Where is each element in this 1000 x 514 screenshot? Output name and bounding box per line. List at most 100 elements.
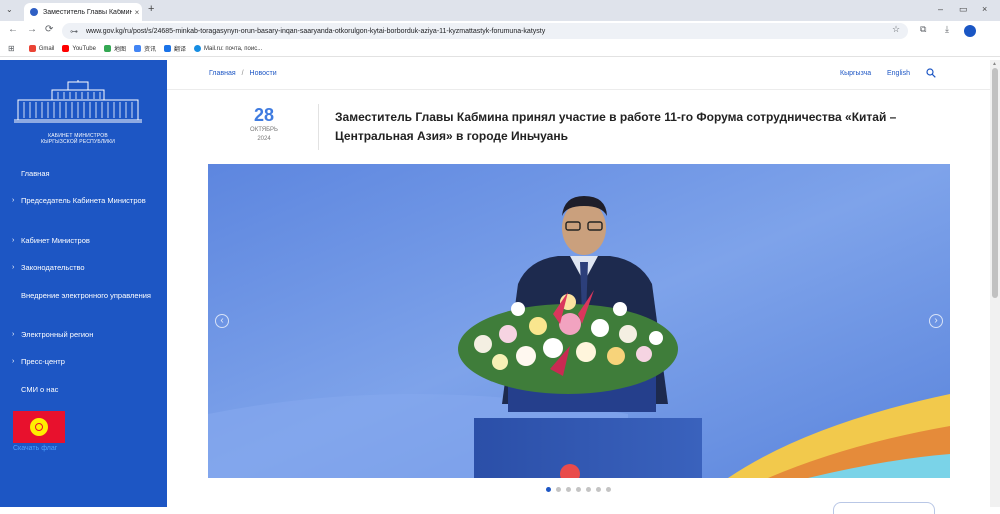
main-content: Главная / Новости Кыргызча English 28 ОК…: [167, 60, 990, 514]
chevron-right-icon: ›: [12, 197, 15, 204]
bookmark-mailru[interactable]: Mail.ru: почта, поис...: [194, 45, 262, 52]
sidebar-item-home[interactable]: Главная: [0, 168, 60, 179]
bookmark-label: YouTube: [72, 45, 96, 52]
bookmark-label: 地图: [113, 47, 126, 53]
sidebar-item-label: Кабинет Министров: [21, 236, 90, 245]
article-photo-slider[interactable]: ‹ ›: [208, 164, 950, 478]
download-flag-link[interactable]: Скачать флаг: [13, 445, 57, 452]
url-text: www.gov.kg/ru/post/s/24685-minkab-toraga…: [86, 27, 546, 35]
bookmark-label: Mail.ru: почта, поис...: [204, 45, 263, 52]
browser-tab-strip: ⌄ Заместитель Главы Кабмина п × + – ▭ ×: [0, 0, 1000, 21]
apps-grid-icon[interactable]: ⊞: [8, 44, 15, 53]
close-window-button[interactable]: ×: [982, 4, 987, 14]
page-scrollbar[interactable]: ▲: [990, 60, 1000, 507]
slider-next-button[interactable]: ›: [929, 314, 943, 328]
tab-close-icon[interactable]: ×: [132, 8, 142, 17]
tab-search-button[interactable]: ⌄: [6, 5, 13, 14]
extensions-icon[interactable]: ⧉: [920, 24, 926, 35]
maximize-button[interactable]: ▭: [959, 4, 968, 15]
sidebar-item-label: Главная: [21, 169, 50, 178]
bookmark-label: 资讯: [143, 47, 156, 53]
tab-title: Заместитель Главы Кабмина п: [43, 8, 132, 16]
sidebar-item-label: Внедрение электронного управления: [21, 291, 151, 300]
site-logo[interactable]: КАБИНЕТ МИНИСТРОВ КЫРГЫЗСКОЙ РЕСПУБЛИКИ: [12, 80, 144, 145]
date-divider: [318, 104, 319, 150]
slider-dot[interactable]: [566, 487, 571, 492]
sidebar-item-chairman[interactable]: › Председатель Кабинета Министров: [0, 195, 156, 206]
sidebar-item-label: Законодательство: [21, 263, 85, 272]
mailru-icon: [194, 45, 201, 52]
date-month: ОКТЯБРЬ: [250, 127, 278, 133]
reload-button[interactable]: ⟳: [45, 24, 53, 35]
sidebar-item-legislation[interactable]: › Законодательство: [0, 262, 95, 273]
date-day: 28: [253, 105, 275, 125]
slider-dot[interactable]: [586, 487, 591, 492]
sidebar-item-cabinet[interactable]: › Кабинет Министров: [0, 235, 100, 246]
slider-prev-button[interactable]: ‹: [215, 314, 229, 328]
slider-dot[interactable]: [606, 487, 611, 492]
government-building-icon: [14, 80, 142, 123]
lang-kyrgyz-link[interactable]: Кыргызча: [840, 70, 871, 77]
article-photo: [208, 164, 950, 478]
sidebar-item-label: СМИ о нас: [21, 385, 59, 394]
back-button[interactable]: ←: [8, 24, 18, 35]
bookmark-translate[interactable]: 翻译: [163, 44, 186, 53]
bookmark-news[interactable]: 资讯: [133, 44, 156, 53]
youtube-icon: [62, 45, 70, 52]
lang-english-link[interactable]: English: [887, 70, 910, 77]
bookmark-label: Gmail: [38, 45, 55, 52]
forward-button[interactable]: →: [27, 24, 37, 35]
gmail-icon: [28, 45, 36, 52]
bookmark-gmail[interactable]: Gmail: [28, 45, 55, 52]
header-divider: [167, 89, 990, 90]
url-input[interactable]: ⊶ www.gov.kg/ru/post/s/24685-minkab-tora…: [62, 23, 908, 39]
scroll-up-icon[interactable]: ▲: [992, 61, 997, 67]
site-favicon-icon: [30, 8, 38, 16]
downloads-icon[interactable]: ⤓: [945, 24, 949, 35]
sidebar-item-label: Электронный регион: [21, 330, 94, 339]
breadcrumb: Главная / Новости: [209, 70, 277, 77]
chevron-right-icon: ›: [12, 358, 15, 365]
browser-tab[interactable]: Заместитель Главы Кабмина п ×: [24, 3, 142, 21]
new-tab-button[interactable]: +: [148, 3, 154, 15]
article-title: Заместитель Главы Кабмина принял участие…: [335, 110, 897, 143]
map-pin-icon: [103, 45, 111, 52]
bookmark-maps[interactable]: 地图: [103, 44, 126, 53]
sidebar-item-eregion[interactable]: › Электронный регион: [0, 329, 103, 340]
site-info-icon[interactable]: ⊶: [70, 27, 78, 36]
breadcrumb-separator: /: [241, 70, 244, 77]
slider-dot[interactable]: [556, 487, 561, 492]
logo-title-line2: КЫРГЫЗСКОЙ РЕСПУБЛИКИ: [40, 139, 116, 145]
sidebar-item-media[interactable]: СМИ о нас: [0, 384, 68, 395]
sidebar-item-egov[interactable]: Внедрение электронного управления: [0, 290, 161, 301]
slider-pagination: [546, 487, 616, 492]
news-icon: [133, 45, 141, 52]
chevron-right-icon: ›: [12, 264, 15, 271]
date-year: 2024: [257, 136, 271, 142]
bookmarks-bar: ⊞ Gmail YouTube 地图 资讯 翻译 Mail.ru: почта,…: [0, 41, 1000, 57]
slider-dot[interactable]: [576, 487, 581, 492]
slider-dot[interactable]: [546, 487, 551, 492]
chevron-right-icon: ›: [12, 237, 15, 244]
flag-sun-icon: [30, 418, 48, 436]
sidebar-item-label: Пресс-центр: [21, 357, 65, 366]
scrollbar-thumb[interactable]: [992, 68, 998, 298]
search-icon[interactable]: [926, 68, 936, 78]
translate-icon: [163, 45, 171, 52]
bookmark-label: 翻译: [173, 47, 186, 53]
sidebar-item-label: Председатель Кабинета Министров: [21, 196, 146, 205]
slider-dot[interactable]: [596, 487, 601, 492]
minimize-button[interactable]: –: [938, 4, 943, 14]
bookmark-youtube[interactable]: YouTube: [62, 45, 96, 52]
kyrgyz-flag-image[interactable]: [13, 411, 65, 443]
breadcrumb-home[interactable]: Главная: [209, 70, 236, 77]
sidebar: КАБИНЕТ МИНИСТРОВ КЫРГЫЗСКОЙ РЕСПУБЛИКИ …: [0, 60, 167, 507]
partial-button-outline[interactable]: [833, 502, 935, 514]
chevron-right-icon: ›: [12, 331, 15, 338]
breadcrumb-news[interactable]: Новости: [250, 70, 277, 77]
sidebar-item-press[interactable]: › Пресс-центр: [0, 356, 75, 367]
address-bar-row: ← → ⟳ ⊶ www.gov.kg/ru/post/s/24685-minka…: [0, 21, 1000, 41]
profile-avatar[interactable]: [964, 25, 976, 37]
article-date: 28 ОКТЯБРЬ 2024: [237, 105, 291, 142]
bookmark-star-icon[interactable]: ☆: [892, 24, 900, 35]
